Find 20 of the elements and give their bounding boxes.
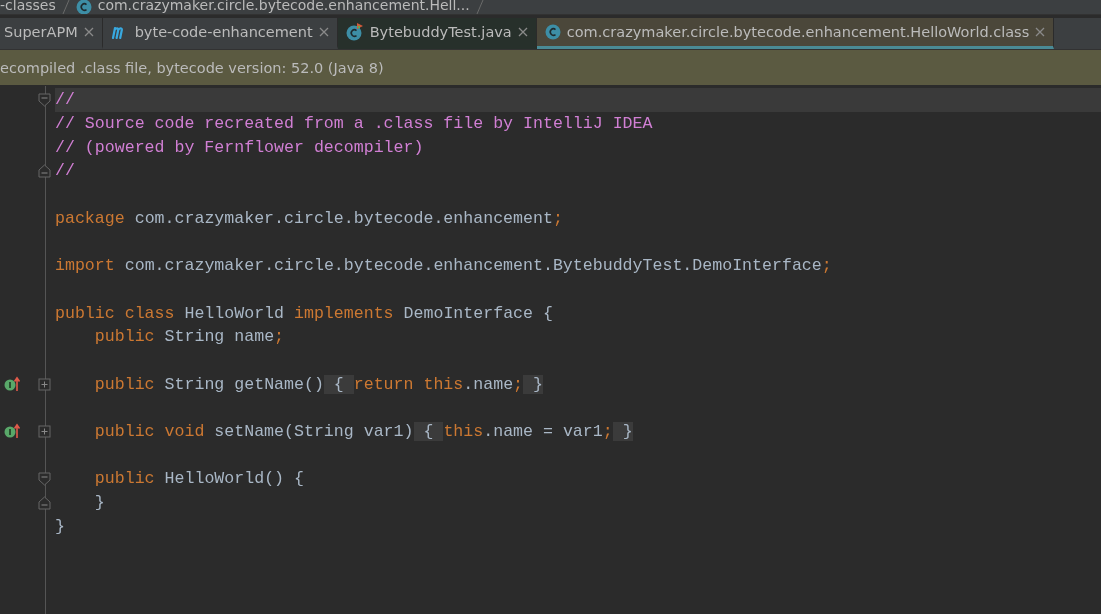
class-icon xyxy=(75,0,92,14)
breadcrumb-separator-icon xyxy=(475,0,484,14)
breadcrumb-separator-icon xyxy=(61,0,70,14)
fold-icon[interactable] xyxy=(38,495,51,510)
close-icon[interactable] xyxy=(1035,27,1046,37)
editor-tab[interactable]: com.crazymaker.circle.bytecode.enhancement.HelloWorld.class xyxy=(536,18,1055,49)
class-icon xyxy=(345,23,364,41)
banner-text: ecompiled .class file, bytecode version: 52.0 (Java 8) xyxy=(0,59,384,76)
implements-marker-icon[interactable] xyxy=(4,376,22,393)
implements-marker-icon[interactable] xyxy=(4,423,22,440)
fold-icon[interactable] xyxy=(38,163,51,178)
expand-icon[interactable] xyxy=(38,424,51,438)
fold-icon[interactable] xyxy=(38,471,51,486)
close-icon[interactable] xyxy=(517,27,528,37)
close-icon[interactable] xyxy=(83,27,94,37)
close-icon[interactable] xyxy=(318,27,329,37)
fold-icon[interactable] xyxy=(38,92,51,107)
class-icon xyxy=(544,24,561,40)
expand-icon[interactable] xyxy=(38,377,51,391)
editor-tab[interactable]: BytebuddyTest.java xyxy=(337,18,537,49)
